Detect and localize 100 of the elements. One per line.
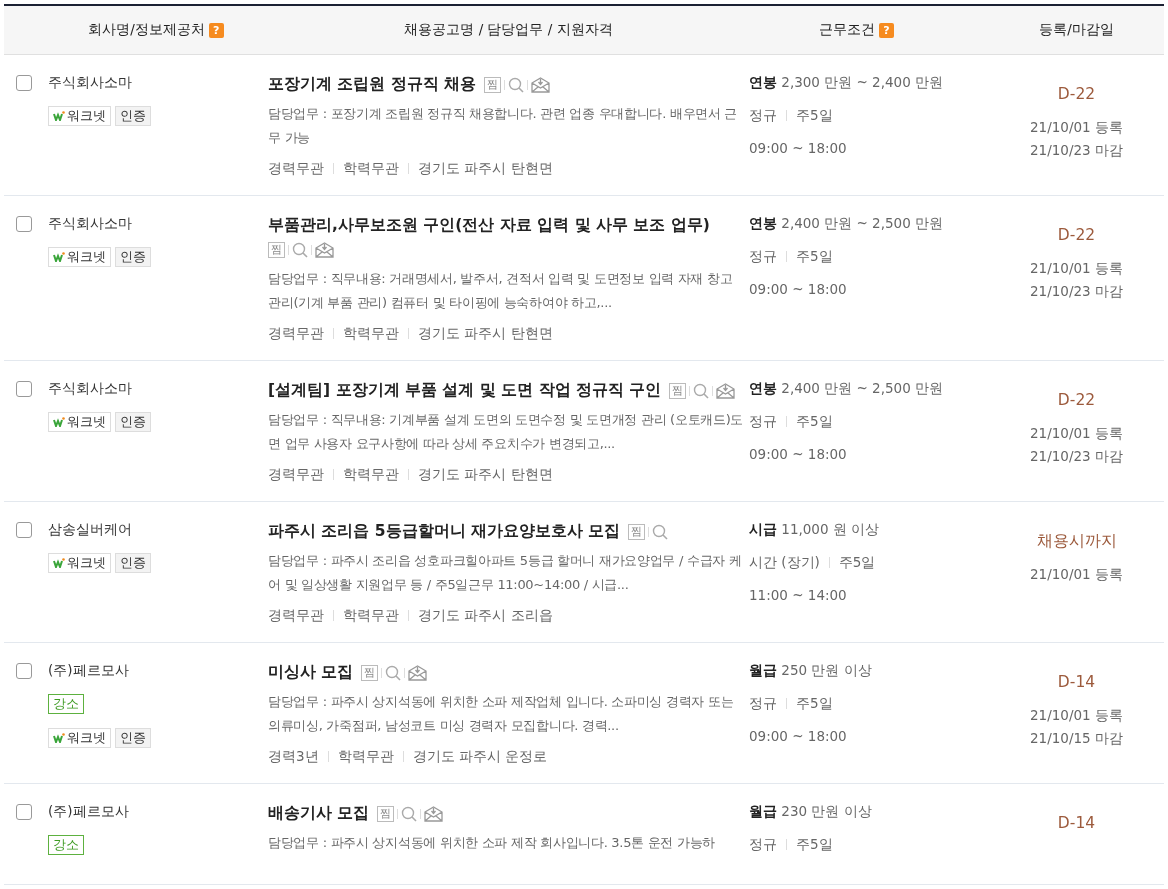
work-term: 정규 (749, 247, 777, 266)
qualification-text: 경기도 파주시 조리읍 (418, 606, 553, 625)
envelope-icon[interactable] (531, 77, 551, 93)
duty-text: 담당업무 : 직무내용: 기계부품 설계 도면의 도면수정 및 도면개정 관리 (오토캐드)도면 업무 사용자 요구사항에 따라 상세 주요치수가 변경되고,... (268, 411, 745, 453)
scrap-button[interactable]: 찜 (361, 665, 379, 681)
duty-text: 담당업무 : 파주시 조리읍 성호파크힐아파트 5등급 할머니 재가요양업무 / 수급자 케어 및 일상생활 지원업무 등 / 주5일근무 11:00~14:00 / 시급... (268, 552, 743, 594)
search-icon[interactable] (401, 806, 418, 822)
envelope-icon[interactable] (315, 242, 334, 258)
company-tag: 강소 (48, 835, 84, 855)
search-icon[interactable] (693, 383, 710, 399)
work-term: 주5일 (796, 412, 833, 431)
search-icon[interactable] (385, 665, 402, 681)
deadline-text: D-22 (1057, 84, 1096, 104)
work-term: 주5일 (796, 106, 833, 125)
row-checkbox[interactable] (16, 663, 32, 679)
company-name: (주)페르모사 (48, 661, 130, 680)
scrap-button[interactable]: 찜 (377, 806, 395, 822)
duty-text: 담당업무 : 파주시 상지석동에 위치한 소파 제작업체 입니다. 소파미싱 경력자 또는 의류미싱, 가죽점퍼, 남성코트 미싱 경력자 모집합니다. 경력... (268, 693, 735, 735)
company-name: (주)페르모사 (48, 802, 130, 821)
column-header: 채용공고명 / 담당업무 / 지원자격 (404, 21, 613, 39)
job-title[interactable]: [설계팀] 포장기계 부품 설계 및 도면 작업 정규직 구인 (268, 381, 662, 399)
salary-text: 시급 11,000 원 이상 (749, 521, 880, 537)
qualification-text: 학력무관 (343, 159, 399, 178)
work-term: 시간 (장기) (749, 553, 820, 572)
duty-text: 담당업무 : 포장기계 조립원 정규직 채용합니다. 관련 업종 우대합니다. 배우면서 근무 가능 (268, 105, 739, 147)
qualification-text: 경기도 파주시 탄현면 (418, 159, 553, 178)
company-name: 삼송실버케어 (48, 520, 133, 539)
work-hours: 09:00 ~ 18:00 (749, 446, 847, 462)
qualification-text: 경력무관 (268, 606, 324, 625)
scrap-button[interactable]: 찜 (669, 383, 687, 399)
cert-badge: 인증 (115, 728, 151, 748)
salary-text: 월급 230 만원 이상 (749, 803, 872, 819)
column-header: 회사명/정보제공처 (88, 21, 205, 39)
date-text: 21/10/23 마감 (1030, 448, 1123, 464)
logo-icon (53, 733, 65, 743)
badge-label: 워크넷 (67, 414, 106, 430)
date-text: 21/10/01 등록 (1030, 566, 1123, 582)
logo-icon (53, 558, 65, 568)
envelope-icon[interactable] (408, 665, 428, 681)
work-hours: 09:00 ~ 18:00 (749, 728, 847, 744)
deadline-text: D-14 (1057, 813, 1096, 833)
search-icon[interactable] (508, 77, 525, 93)
logo-icon (53, 111, 65, 121)
job-title[interactable]: 부품관리,사무보조원 구인(전산 자료 입력 및 사무 보조 업무) (268, 216, 710, 234)
date-text: 21/10/23 마감 (1030, 142, 1123, 158)
date-text: 21/10/01 등록 (1030, 260, 1123, 276)
duty-text: 담당업무 : 직무내용: 거래명세서, 발주서, 견적서 입력 및 도면정보 입력 자재 창고 관리(기계 부품 관리) 컴퓨터 및 타이핑에 능숙하여야 하고,... (268, 270, 734, 312)
qualification-text: 경력무관 (268, 465, 324, 484)
date-text: 21/10/01 등록 (1030, 119, 1123, 135)
search-icon[interactable] (292, 242, 308, 258)
row-checkbox[interactable] (16, 381, 32, 397)
qualification-text: 학력무관 (343, 465, 399, 484)
work-term: 정규 (749, 835, 777, 854)
job-title[interactable]: 배송기사 모집 (268, 804, 370, 822)
column-header: 근무조건 (819, 21, 875, 39)
row-checkbox[interactable] (16, 804, 32, 820)
envelope-icon[interactable] (716, 383, 736, 399)
scrap-button[interactable]: 찜 (484, 77, 502, 93)
scrap-button[interactable]: 찜 (268, 242, 285, 258)
work-term: 정규 (749, 106, 777, 125)
badge-label: 워크넷 (67, 249, 106, 265)
work-hours: 09:00 ~ 18:00 (749, 281, 847, 297)
help-icon[interactable]: ? (208, 22, 224, 38)
salary-text: 연봉 2,300 만원 ~ 2,400 만원 (749, 74, 944, 90)
row-checkbox[interactable] (16, 75, 32, 91)
work-term: 주5일 (796, 247, 833, 266)
salary-text: 연봉 2,400 만원 ~ 2,500 만원 (749, 215, 944, 231)
cert-badge: 인증 (115, 553, 151, 573)
help-icon[interactable]: ? (879, 22, 894, 38)
qualification-text: 학력무관 (337, 747, 394, 766)
work-term: 주5일 (796, 694, 833, 713)
qualification-text: 학력무관 (343, 324, 399, 343)
row-checkbox[interactable] (16, 216, 32, 232)
job-title[interactable]: 미싱사 모집 (268, 663, 354, 681)
job-title[interactable]: 파주시 조리읍 5등급할머니 재가요양보호사 모집 (268, 522, 621, 540)
qualification-text: 경력무관 (268, 159, 324, 178)
work-term: 정규 (749, 412, 777, 431)
cert-badge: 인증 (115, 106, 151, 126)
envelope-icon[interactable] (424, 806, 444, 822)
job-title[interactable]: 포장기계 조립원 정규직 채용 (268, 75, 477, 93)
date-text: 21/10/15 마감 (1030, 730, 1123, 746)
qualification-text: 경기도 파주시 탄현면 (418, 465, 553, 484)
work-term: 주5일 (796, 835, 833, 854)
qualification-text: 경력무관 (268, 324, 324, 343)
company-tag: 강소 (48, 694, 84, 714)
work-term: 주5일 (838, 553, 876, 572)
search-icon[interactable] (652, 524, 669, 540)
deadline-text: D-22 (1057, 225, 1096, 245)
cert-badge: 인증 (115, 247, 151, 267)
scrap-button[interactable]: 찜 (628, 524, 646, 540)
deadline-text: D-22 (1057, 390, 1096, 410)
date-text: 21/10/23 마감 (1030, 283, 1123, 299)
badge-label: 워크넷 (67, 108, 106, 124)
deadline-text: D-14 (1057, 672, 1096, 692)
row-checkbox[interactable] (16, 522, 32, 538)
qualification-text: 경기도 파주시 탄현면 (418, 324, 553, 343)
deadline-text: 채용시까지 (1036, 531, 1117, 551)
cert-badge: 인증 (115, 412, 151, 432)
badge-label: 워크넷 (67, 555, 106, 571)
date-text: 21/10/01 등록 (1030, 707, 1123, 723)
